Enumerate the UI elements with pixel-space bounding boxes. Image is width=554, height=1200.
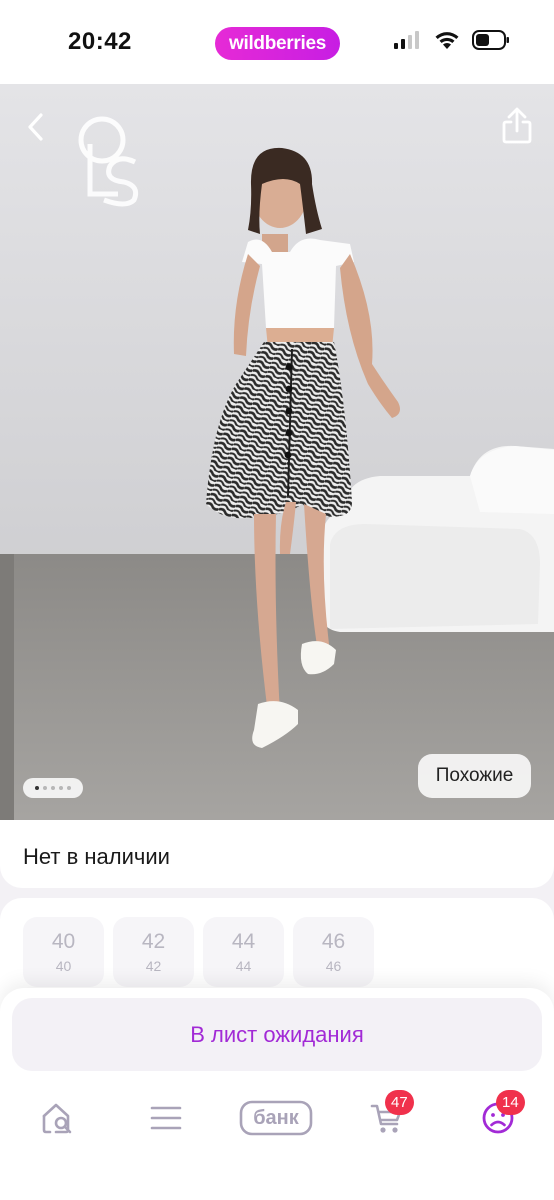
status-time: 20:42 xyxy=(68,28,132,55)
back-button[interactable] xyxy=(20,110,54,144)
share-icon xyxy=(502,107,532,144)
tab-cart[interactable]: 47 xyxy=(357,1090,417,1140)
bottom-action-sheet: В лист ожидания банк 47 14 xyxy=(0,988,554,1200)
size-option[interactable]: 42 42 xyxy=(113,917,194,987)
size-option[interactable]: 46 46 xyxy=(293,917,374,987)
similar-button[interactable]: Похожие xyxy=(418,754,531,798)
gallery-dot xyxy=(59,786,63,790)
product-photo[interactable]: Похожие xyxy=(0,84,554,829)
tab-bank[interactable]: банк xyxy=(239,1096,313,1140)
size-sublabel: 44 xyxy=(235,958,252,974)
gallery-dot xyxy=(43,786,47,790)
size-label: 44 xyxy=(231,930,256,953)
size-option[interactable]: 44 44 xyxy=(203,917,284,987)
product-photo-scene xyxy=(0,84,554,829)
availability-status: Нет в наличии xyxy=(23,844,170,869)
product-page: 20:42 wildberries Похожие Нет в наличии … xyxy=(0,0,554,1200)
battery-icon xyxy=(472,30,509,50)
cart-badge: 47 xyxy=(385,1090,414,1115)
availability-card: Нет в наличии xyxy=(0,820,554,888)
size-label: 46 xyxy=(321,930,346,953)
size-label: 42 xyxy=(141,930,166,953)
gallery-dot xyxy=(51,786,55,790)
brand-logo[interactable]: wildberries xyxy=(215,27,340,60)
wifi-icon xyxy=(435,32,459,49)
tab-profile[interactable]: 14 xyxy=(468,1090,528,1140)
size-sublabel: 40 xyxy=(55,958,72,974)
waitlist-button[interactable]: В лист ожидания xyxy=(12,998,542,1071)
tab-bank-label: банк xyxy=(253,1106,299,1129)
status-bar: 20:42 wildberries xyxy=(0,0,554,84)
home-search-icon xyxy=(42,1103,72,1134)
signal-icon xyxy=(394,31,419,49)
tab-catalog[interactable] xyxy=(136,1096,196,1140)
status-icons xyxy=(394,30,510,50)
gallery-dot xyxy=(35,786,39,790)
profile-badge: 14 xyxy=(496,1090,525,1115)
chevron-left-icon xyxy=(28,113,43,141)
size-sublabel: 42 xyxy=(145,958,162,974)
gallery-dot xyxy=(67,786,71,790)
size-label: 40 xyxy=(51,930,76,953)
size-sublabel: 46 xyxy=(325,958,342,974)
menu-icon xyxy=(150,1106,182,1130)
tab-home[interactable] xyxy=(27,1096,87,1140)
share-button[interactable] xyxy=(498,106,536,146)
size-option[interactable]: 40 40 xyxy=(23,917,104,987)
gallery-indicator xyxy=(23,778,83,798)
